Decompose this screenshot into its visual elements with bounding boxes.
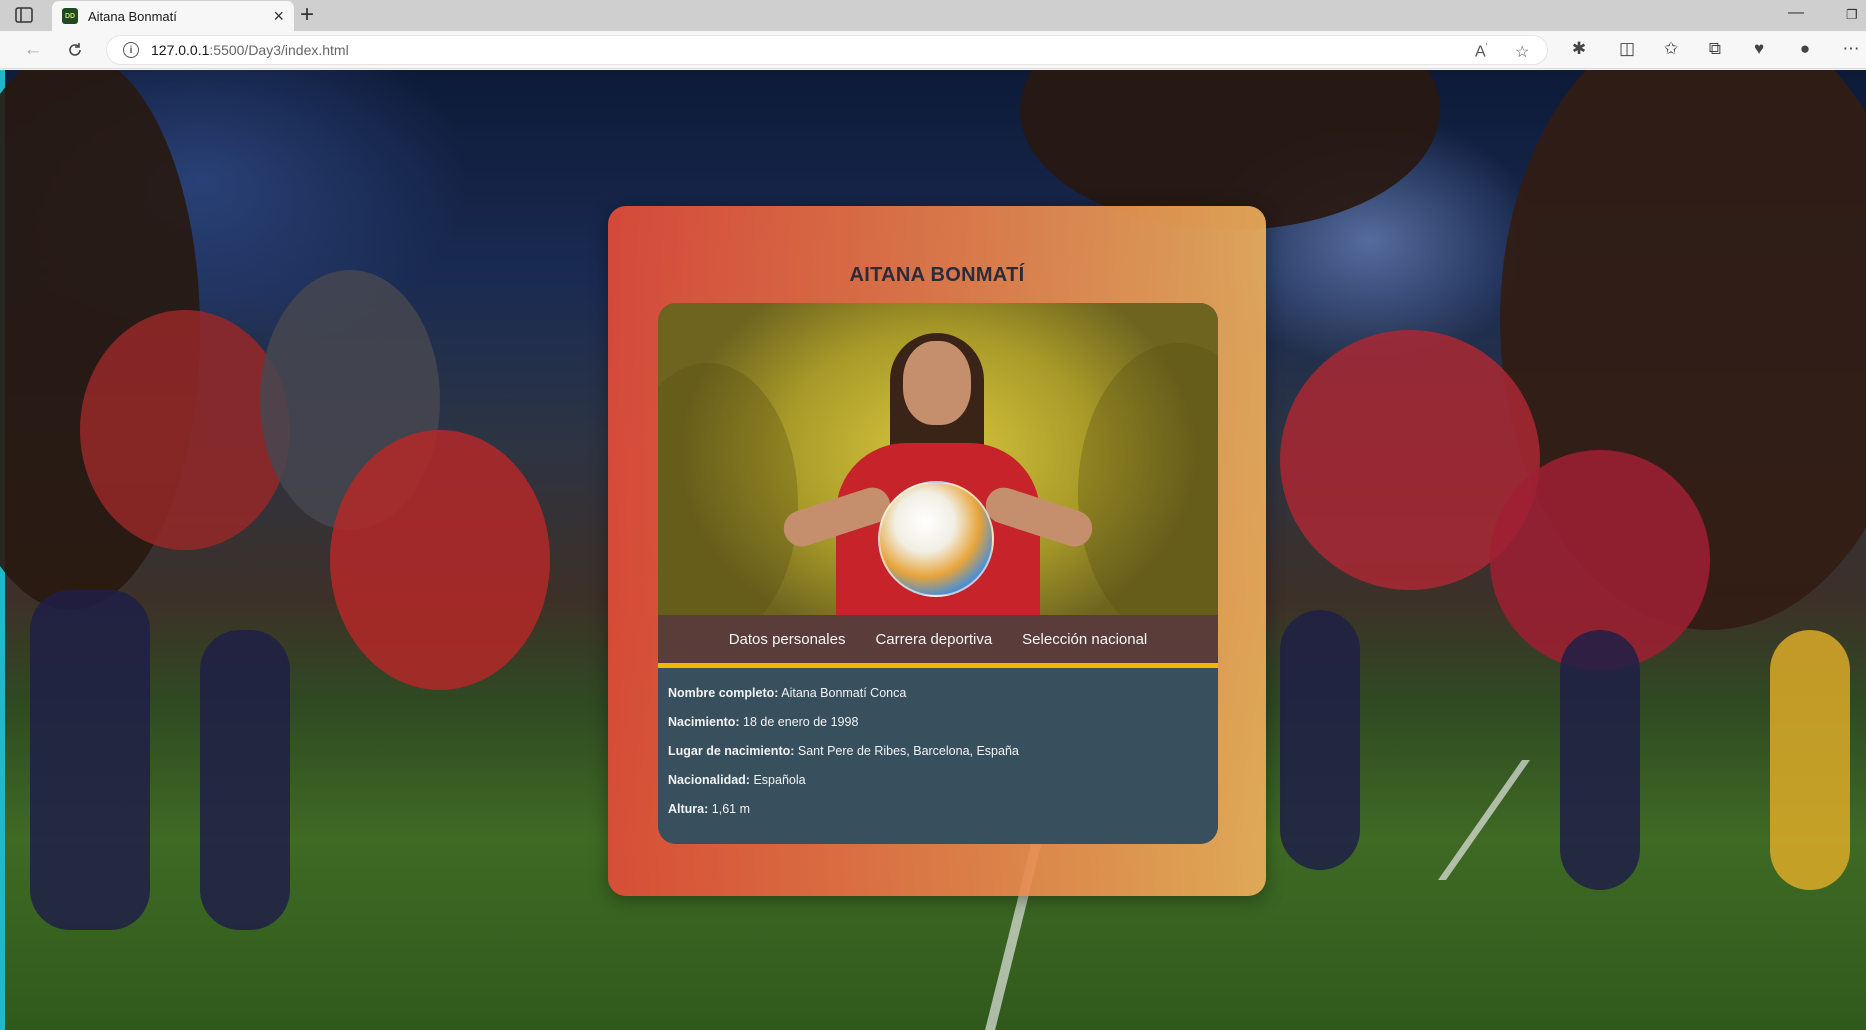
- sidebar-toggle-icon[interactable]: [14, 6, 34, 24]
- card-tabs: Datos personales Carrera deportiva Selec…: [658, 615, 1218, 663]
- minimize-icon[interactable]: —: [1788, 4, 1804, 22]
- tab-seleccion-nacional[interactable]: Selección nacional: [1022, 631, 1147, 648]
- page-title: AITANA BONMATÍ: [849, 264, 1025, 286]
- field-label: Nombre completo:: [668, 686, 779, 700]
- star-icon[interactable]: ☆: [1515, 42, 1529, 62]
- football-icon: [878, 481, 994, 597]
- field-row: Nombre completo: Aitana Bonmatí Conca: [668, 685, 1208, 714]
- field-row: Nacionalidad: Española: [668, 772, 1208, 801]
- player-card: AITANA BONMATÍ Datos personales Carrera …: [608, 206, 1266, 896]
- browser-tab[interactable]: DD Aitana Bonmatí ×: [52, 1, 294, 31]
- info-icon[interactable]: i: [123, 42, 139, 58]
- field-value: Sant Pere de Ribes, Barcelona, España: [797, 744, 1019, 758]
- split-screen-icon[interactable]: ◫: [1616, 39, 1638, 59]
- favorites-icon[interactable]: ✩: [1660, 39, 1682, 59]
- field-label: Lugar de nacimiento:: [668, 744, 795, 758]
- url-host: 127.0.0.1: [151, 42, 210, 58]
- profile-icon[interactable]: ●: [1794, 39, 1816, 59]
- field-label: Nacionalidad:: [668, 773, 750, 787]
- page-viewport: AITANA BONMATÍ Datos personales Carrera …: [0, 70, 1866, 1030]
- field-row: Lugar de nacimiento: Sant Pere de Ribes,…: [668, 743, 1208, 772]
- plus-icon[interactable]: +: [300, 3, 314, 27]
- field-value: 18 de enero de 1998: [743, 715, 859, 729]
- browser-toolbar: ← i 127.0.0.1:5500/Day3/index.html Aʼ ☆ …: [0, 31, 1866, 69]
- close-icon[interactable]: ×: [273, 7, 284, 25]
- field-label: Nacimiento:: [668, 715, 740, 729]
- tab-content: Nombre completo: Aitana Bonmatí Conca Na…: [658, 668, 1218, 844]
- card-inner-panel: Datos personales Carrera deportiva Selec…: [658, 303, 1218, 844]
- collections-icon[interactable]: ⧉: [1704, 39, 1726, 59]
- restore-icon[interactable]: ❐: [1846, 7, 1858, 23]
- favicon: DD: [62, 8, 78, 24]
- read-aloud-icon[interactable]: Aʼ: [1475, 42, 1488, 61]
- browser-tab-strip: DD Aitana Bonmatí × + — ❐: [0, 0, 1866, 31]
- tab-title: Aitana Bonmatí: [88, 8, 177, 24]
- tab-datos-personales[interactable]: Datos personales: [729, 631, 846, 648]
- field-value: Española: [753, 773, 806, 787]
- field-row: Nacimiento: 18 de enero de 1998: [668, 714, 1208, 743]
- field-value: 1,61 m: [711, 802, 750, 816]
- tab-carrera-deportiva[interactable]: Carrera deportiva: [875, 631, 992, 648]
- extensions-icon[interactable]: ✱: [1568, 39, 1590, 59]
- performance-icon[interactable]: ♥: [1748, 39, 1770, 59]
- refresh-icon[interactable]: [62, 37, 88, 63]
- player-photo: [658, 303, 1218, 643]
- more-icon[interactable]: ⋯: [1840, 39, 1862, 59]
- back-arrow-icon[interactable]: ←: [20, 37, 46, 63]
- address-bar[interactable]: i 127.0.0.1:5500/Day3/index.html Aʼ ☆: [106, 35, 1548, 65]
- field-label: Altura:: [668, 802, 709, 816]
- field-value: Aitana Bonmatí Conca: [781, 686, 907, 700]
- field-row: Altura: 1,61 m: [668, 801, 1208, 830]
- url-path: :5500/Day3/index.html: [209, 42, 349, 58]
